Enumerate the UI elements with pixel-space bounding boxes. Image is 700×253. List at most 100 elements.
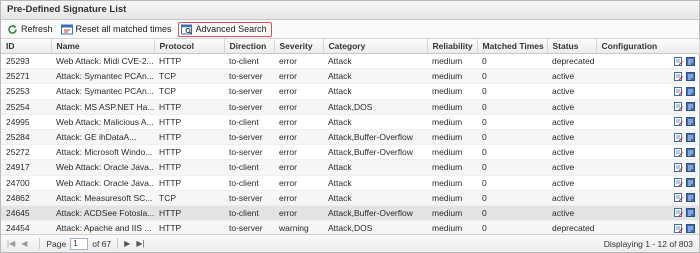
cell-severity: error [274,114,323,130]
table-row[interactable]: 25254 Attack: MS ASP.NET Ha... HTTP to-serv… [1,99,699,115]
column-header-severity[interactable]: Severity [274,39,324,54]
cell-matched-times: 0 [477,205,547,222]
column-header-protocol[interactable]: Protocol [154,39,225,54]
cell-protocol: TCP [154,83,224,100]
table-row[interactable]: 25272 Attack: Microsoft Windo... HTTP to-se… [1,144,699,161]
cell-protocol: HTTP [154,129,224,146]
edit-icon[interactable] [674,193,683,203]
edit-icon[interactable] [674,162,683,172]
next-page-icon[interactable]: ▶ [124,239,130,248]
cell-status: active [547,205,596,222]
view-details-icon[interactable] [686,162,695,172]
cell-severity: error [274,190,323,206]
cell-protocol: HTTP [154,114,224,130]
edit-icon[interactable] [674,208,683,218]
cell-category: Attack,Buffer-Overflow [323,205,427,222]
edit-icon[interactable] [674,178,683,188]
signature-table: ID Name Protocol Direction Severity Cate… [1,39,700,237]
edit-icon[interactable] [674,102,683,112]
column-header-matched-times[interactable]: Matched Times [477,39,548,54]
cell-protocol: HTTP [154,53,224,70]
edit-icon[interactable] [674,223,683,233]
last-page-icon[interactable]: ▶| [136,239,144,248]
table-row[interactable]: 25253 Attack: Symantec PCAn... TCP to-serve… [1,83,699,100]
cell-direction: to-client [224,205,274,222]
table-row[interactable]: 24645 Attack: ACDSee Fotosla... HTTP to-cli… [1,205,699,222]
table-row[interactable]: 25284 Attack: GE ihDataA... HTTP to-server e… [1,129,699,146]
first-page-icon[interactable]: |◀ [7,239,15,248]
edit-icon[interactable] [674,71,683,81]
cell-severity: error [274,144,323,161]
column-header-id[interactable]: ID [1,39,52,54]
cell-reliability: medium [427,83,477,100]
cell-category: Attack [323,68,427,85]
column-header-name[interactable]: Name [51,39,155,54]
cell-name: Attack: Symantec PCAn... [51,68,154,85]
table-row[interactable]: 24862 Attack: Measuresoft SC... TCP to-serv… [1,190,699,206]
refresh-label: Refresh [21,24,53,34]
cell-severity: error [274,205,323,222]
view-details-icon[interactable] [686,132,695,142]
edit-icon[interactable] [674,117,683,127]
view-details-icon[interactable] [686,178,695,188]
cell-configuration [596,159,699,176]
cell-configuration [596,175,699,191]
cell-configuration [596,129,699,146]
column-header-direction[interactable]: Direction [224,39,275,54]
cell-category: Attack,DOS [323,99,427,115]
view-details-icon[interactable] [686,117,695,127]
cell-matched-times: 0 [477,129,547,146]
column-header-reliability[interactable]: Reliability [427,39,478,54]
cell-name: Attack: Measuresoft SC... [51,190,154,206]
cell-id: 24995 [1,114,51,130]
table-body: 25293 Web Attack: Midi CVE-2... HTTP to-cli… [1,53,699,237]
cell-reliability: medium [427,175,477,191]
view-details-icon[interactable] [686,86,695,96]
cell-category: Attack,Buffer-Overflow [323,129,427,146]
view-details-icon[interactable] [686,223,695,233]
column-header-configuration[interactable]: Configuration [596,39,700,54]
table-row[interactable]: 24700 Web Attack: Oracle Java... HTTP to-cl… [1,175,699,191]
prev-page-icon[interactable]: ◀ [21,239,27,248]
cell-status: active [547,159,596,176]
cell-name: Attack: GE ihDataA... [51,129,154,146]
view-details-icon[interactable] [686,193,695,203]
cell-status: deprecated [547,53,596,70]
cell-id: 25272 [1,144,51,161]
page-number-input[interactable]: 1 [70,237,89,250]
view-details-icon[interactable] [686,147,695,157]
column-header-status[interactable]: Status [547,39,597,54]
view-details-icon[interactable] [686,208,695,218]
cell-severity: error [274,83,323,100]
table-row[interactable]: 25293 Web Attack: Midi CVE-2... HTTP to-cli… [1,53,699,70]
cell-configuration [596,83,699,100]
advanced-search-button[interactable]: Advanced Search [177,21,272,37]
view-details-icon[interactable] [686,102,695,112]
view-details-icon[interactable] [686,56,695,66]
table-row[interactable]: 25271 Attack: Symantec PCAn... TCP to-serve… [1,68,699,85]
refresh-button[interactable]: Refresh [5,22,57,36]
cell-status: active [547,129,596,146]
table-row[interactable]: 24995 Web Attack: Malicious A... HTTP to-cl… [1,114,699,130]
reset-matched-times-button[interactable]: Reset all matched times [59,22,176,36]
cell-matched-times: 0 [477,190,547,206]
cell-severity: error [274,68,323,85]
toolbar: Refresh Reset all matched times Advanced… [1,20,699,39]
cell-protocol: TCP [154,190,224,206]
page-label: Page [46,238,67,249]
cell-severity: error [274,129,323,146]
cell-reliability: medium [427,190,477,206]
cell-category: Attack,Buffer-Overflow [323,144,427,161]
edit-icon[interactable] [674,86,683,96]
view-details-icon[interactable] [686,71,695,81]
edit-icon[interactable] [674,132,683,142]
edit-icon[interactable] [674,56,683,66]
cell-matched-times: 0 [477,175,547,191]
table-header-row: ID Name Protocol Direction Severity Cate… [1,39,700,54]
table-row[interactable]: 24917 Web Attack: Oracle Java... HTTP to-cl… [1,159,699,176]
advanced-search-icon [180,24,192,34]
edit-icon[interactable] [674,147,683,157]
cell-name: Attack: Symantec PCAn... [51,83,154,100]
cell-direction: to-client [224,114,274,130]
column-header-category[interactable]: Category [323,39,428,54]
